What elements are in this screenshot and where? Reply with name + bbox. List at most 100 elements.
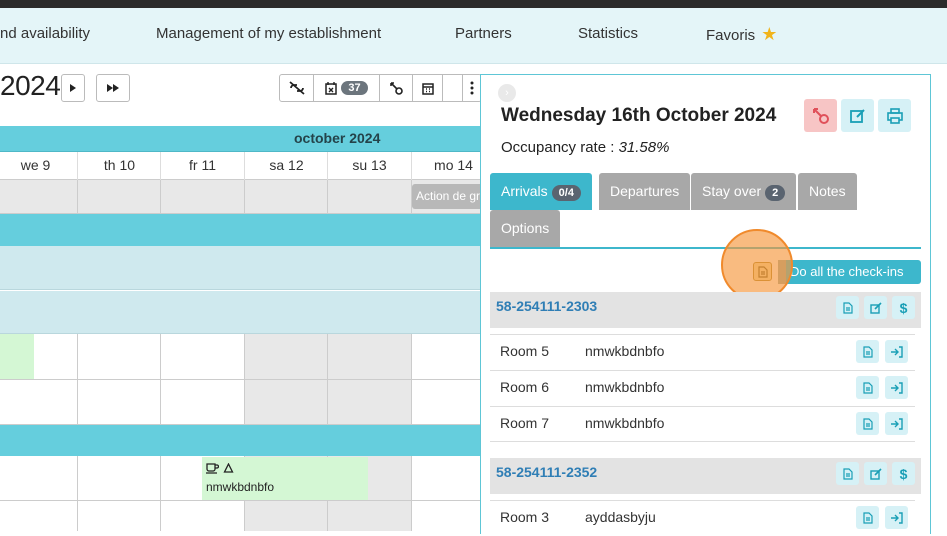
broken-link-icon [288, 81, 306, 95]
calendar-x-icon [325, 81, 338, 95]
nav-favoris[interactable]: Favoris ★ [706, 8, 777, 64]
key-button[interactable] [380, 75, 413, 101]
room-document-button[interactable] [856, 506, 879, 529]
grid-line [77, 501, 78, 531]
invoice-button[interactable] [836, 462, 859, 485]
spacer-button[interactable] [443, 75, 463, 101]
calendar-button[interactable] [413, 75, 443, 101]
nav-availability[interactable]: nd availability [0, 8, 90, 64]
dollar-icon: $ [899, 299, 908, 316]
grid-line [244, 180, 245, 213]
fast-forward-button[interactable] [96, 74, 130, 102]
edit-icon [869, 301, 882, 314]
nav-management[interactable]: Management of my establishment [156, 8, 381, 64]
room-name: Room 7 [500, 415, 550, 431]
cancel-key-button[interactable] [804, 99, 837, 132]
arrival-room-row: Room 7 nmwkbdnbfo [490, 406, 915, 442]
checkin-button[interactable] [885, 412, 908, 435]
tab-options-label: Options [501, 220, 550, 236]
dollar-icon: $ [899, 465, 908, 482]
document-icon [842, 301, 853, 314]
reservation-group-header: 58-254111-2352 $ [490, 458, 921, 494]
nav-partners[interactable]: Partners [455, 8, 512, 64]
next-button[interactable] [61, 74, 85, 102]
invoice-button[interactable] [836, 296, 859, 319]
do-all-checkins-button[interactable]: Do all the check-ins [778, 260, 921, 284]
booking-bar[interactable] [0, 334, 34, 379]
payment-button[interactable]: $ [892, 462, 915, 485]
room-document-button[interactable] [856, 376, 879, 399]
document-icon [862, 417, 873, 430]
more-options-button[interactable] [463, 75, 481, 101]
edit-reservation-button[interactable] [864, 296, 887, 319]
tab-arrivals[interactable]: Arrivals 0/4 [490, 173, 592, 210]
grid-line [77, 456, 78, 500]
document-icon [862, 511, 873, 524]
top-dark-bar [0, 0, 947, 8]
print-icon [886, 107, 904, 125]
sign-in-icon [890, 511, 903, 524]
grid-line [327, 501, 328, 531]
room-name: Room 3 [500, 509, 550, 525]
room-name: Room 5 [500, 343, 550, 359]
sign-in-icon [890, 381, 903, 394]
payment-button[interactable]: $ [892, 296, 915, 319]
main-navigation: nd availability Management of my establi… [0, 8, 947, 64]
month-header: october 2024 [0, 126, 480, 152]
chevron-right-icon[interactable]: › [498, 84, 516, 102]
sign-in-icon [890, 417, 903, 430]
grid-line [160, 501, 161, 531]
nav-favoris-label: Favoris [706, 27, 756, 44]
grid-line [411, 334, 412, 379]
tab-underline [490, 247, 921, 249]
day-header: sa 12 [244, 152, 328, 180]
checkin-button[interactable] [885, 376, 908, 399]
bell-icon [223, 463, 234, 474]
star-icon: ★ [761, 24, 778, 44]
reservation-id-link[interactable]: 58-254111-2303 [496, 298, 597, 314]
nav-availability-label: nd availability [0, 25, 91, 42]
guest-name: nmwkbdnbfo [585, 343, 665, 359]
calendar-year: 2024 [0, 70, 61, 101]
tab-stay-over[interactable]: Stay over 2 [691, 173, 797, 210]
action-row: Action de gr [0, 180, 492, 214]
edit-button[interactable] [841, 99, 874, 132]
checkin-button[interactable] [885, 340, 908, 363]
click-indicator [721, 229, 793, 301]
print-button[interactable] [878, 99, 911, 132]
day-header: su 13 [327, 152, 411, 180]
action-chip-label: Action de gr [416, 189, 481, 203]
grid-line [160, 180, 161, 213]
reservation-id-link[interactable]: 58-254111-2352 [496, 464, 597, 480]
day-header-row: we 9 th 10 fr 11 sa 12 su 13 mo 14 [0, 152, 480, 180]
occupancy-rate: Occupancy rate : 31.58% [501, 139, 669, 156]
tab-options[interactable]: Options [490, 210, 561, 247]
grid-line [327, 380, 328, 424]
unlink-button[interactable] [280, 75, 314, 101]
panel-title: Wednesday 16th October 2024 [501, 105, 777, 126]
grid-line [411, 501, 412, 531]
checkin-button[interactable] [885, 506, 908, 529]
room-band [0, 291, 480, 334]
room-row [0, 380, 480, 425]
nav-management-label: Management of my establishment [156, 25, 382, 42]
grid-line [77, 380, 78, 424]
tab-notes[interactable]: Notes [798, 173, 857, 210]
day-detail-panel: › Wednesday 16th October 2024 Occupancy … [480, 74, 931, 534]
reservation-group-header: 58-254111-2303 $ [490, 292, 921, 328]
nav-statistics[interactable]: Statistics [578, 8, 638, 64]
calendar-toolbar: 37 [279, 74, 482, 102]
events-button[interactable]: 37 [314, 75, 380, 101]
grid-line [327, 334, 328, 379]
room-document-button[interactable] [856, 412, 879, 435]
day-header: we 9 [20, 157, 51, 173]
booking-bar[interactable]: nmwkbdnbfo [202, 457, 368, 500]
grid-line [327, 180, 328, 213]
room-document-button[interactable] [856, 340, 879, 363]
tab-departures[interactable]: Departures [599, 173, 691, 210]
play-icon [69, 83, 77, 93]
room-row [0, 501, 480, 531]
booking-icons [206, 463, 234, 474]
guest-name: nmwkbdnbfo [585, 415, 665, 431]
edit-reservation-button[interactable] [864, 462, 887, 485]
